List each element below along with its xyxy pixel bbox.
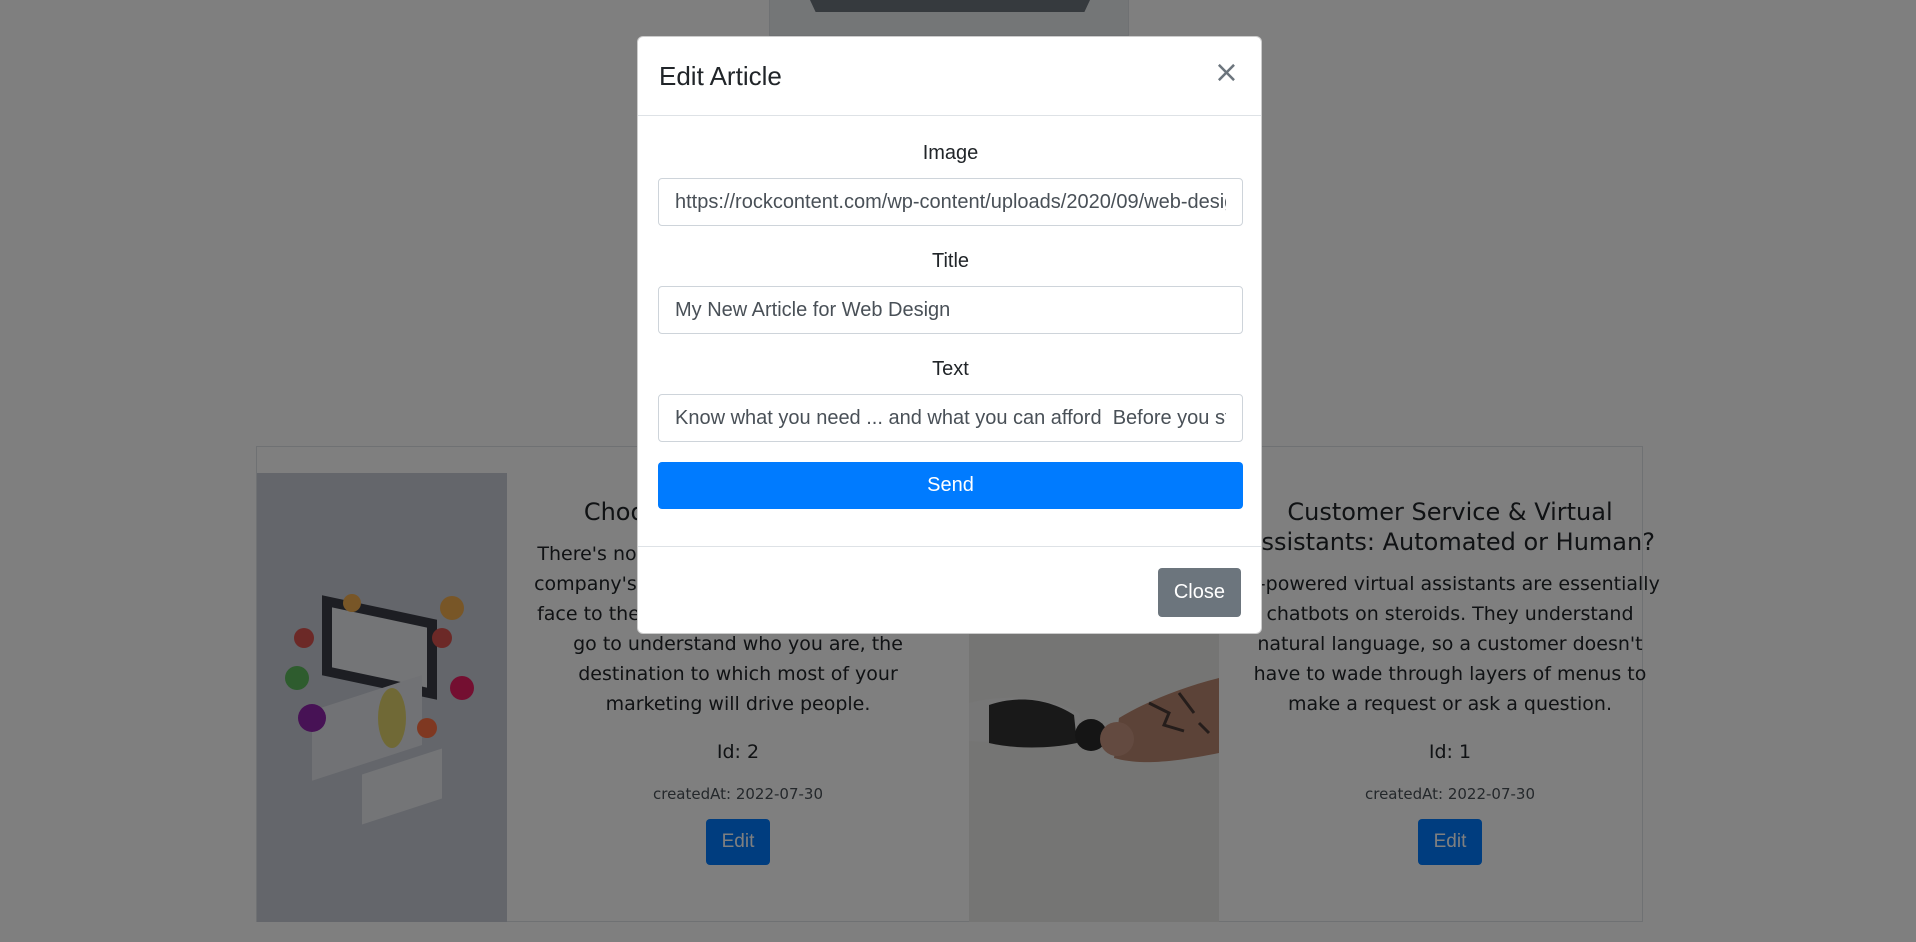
image-label: Image [922,142,979,164]
modal-body: Image Title Text Send [658,116,1243,509]
modal-header: Edit Article × [638,37,1261,116]
title-input[interactable] [658,286,1243,334]
modal-footer: Close [638,546,1261,635]
text-label: Text [932,358,969,380]
edit-article-modal: Edit Article × Image Title Text Send Clo… [637,36,1262,634]
title-label: Title [931,250,970,272]
close-button[interactable]: Close [1157,568,1241,617]
text-input[interactable] [658,394,1243,442]
close-icon[interactable]: × [1208,57,1245,89]
image-url-input[interactable] [658,178,1243,226]
modal-title: Edit Article [659,61,782,91]
send-button[interactable]: Send [658,462,1243,509]
